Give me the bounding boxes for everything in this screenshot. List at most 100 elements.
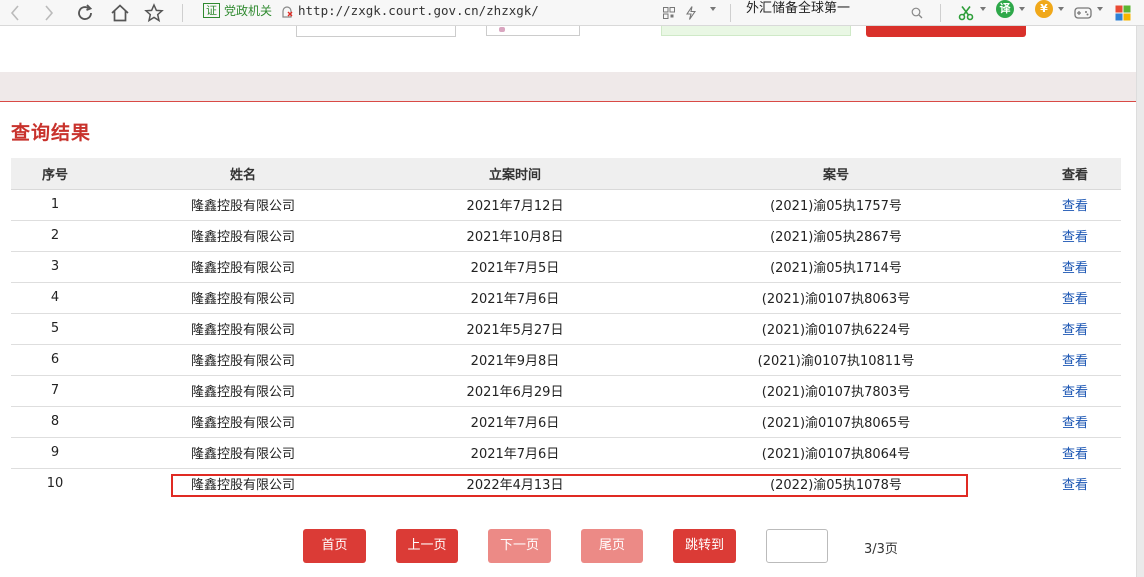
results-title: 查询结果 <box>11 122 92 144</box>
insecure-connection-icon[interactable] <box>280 2 294 22</box>
captcha-status-remnant <box>661 26 851 36</box>
address-bar[interactable]: http://zxgk.court.gov.cn/zhzxgk/ <box>298 1 539 20</box>
table-row: 3 隆鑫控股有限公司 2021年7月5日 (2021)渝05执1714号 查看 <box>11 251 1121 283</box>
page-scrollbar[interactable] <box>1136 26 1144 577</box>
first-page-button[interactable]: 首页 <box>303 529 366 563</box>
chevron-down-icon[interactable] <box>1019 7 1025 11</box>
page-number-input[interactable] <box>766 529 828 563</box>
toolbar-divider <box>182 4 183 22</box>
table-row: 9 隆鑫控股有限公司 2021年7月6日 (2021)渝0107执8064号 查… <box>11 437 1121 469</box>
row-case-number: (2021)渝0107执10811号 <box>643 344 1029 376</box>
row-case-number: (2021)渝0107执8065号 <box>643 406 1029 438</box>
scissors-icon[interactable] <box>957 3 975 23</box>
table-row: 4 隆鑫控股有限公司 2021年7月6日 (2021)渝0107执8063号 查… <box>11 282 1121 314</box>
row-filing-date: 2021年7月6日 <box>387 282 643 314</box>
site-label: 党政机关 <box>224 4 273 18</box>
row-case-number: (2021)渝0107执7803号 <box>643 375 1029 407</box>
row-view-cell: 查看 <box>1029 282 1121 314</box>
row-filing-date: 2021年7月6日 <box>387 437 643 469</box>
jump-to-button[interactable]: 跳转到 <box>673 529 736 563</box>
row-view-cell: 查看 <box>1029 313 1121 345</box>
chevron-down-icon[interactable] <box>1058 7 1064 11</box>
row-name: 隆鑫控股有限公司 <box>99 437 387 469</box>
row-filing-date: 2021年5月27日 <box>387 313 643 345</box>
results-table: 序号 姓名 立案时间 案号 查看 1 隆鑫控股有限公司 2021年7月12日 (… <box>11 158 1121 499</box>
row-filing-date: 2021年10月8日 <box>387 220 643 252</box>
row-filing-date: 2021年7月6日 <box>387 406 643 438</box>
view-link[interactable]: 查看 <box>1062 292 1088 307</box>
row-name: 隆鑫控股有限公司 <box>99 406 387 438</box>
view-link[interactable]: 查看 <box>1062 416 1088 431</box>
row-view-cell: 查看 <box>1029 437 1121 469</box>
row-name: 隆鑫控股有限公司 <box>99 251 387 283</box>
search-box[interactable]: 外汇储备全球第一 <box>746 0 850 18</box>
chevron-down-icon[interactable] <box>980 7 986 11</box>
view-link[interactable]: 查看 <box>1062 354 1088 369</box>
row-case-number: (2021)渝0107执8063号 <box>643 282 1029 314</box>
view-link[interactable]: 查看 <box>1062 261 1088 276</box>
row-filing-date: 2021年7月5日 <box>387 251 643 283</box>
prev-page-button[interactable]: 上一页 <box>396 529 458 563</box>
view-link[interactable]: 查看 <box>1062 447 1088 462</box>
row-index: 5 <box>11 313 99 345</box>
site-cert-badge[interactable]: 证 党政机关 <box>203 1 272 20</box>
row-name: 隆鑫控股有限公司 <box>99 220 387 252</box>
next-page-button[interactable]: 下一页 <box>488 529 551 563</box>
row-view-cell: 查看 <box>1029 344 1121 376</box>
view-link[interactable]: 查看 <box>1062 230 1088 245</box>
yen-coin-icon[interactable]: ¥ <box>1035 0 1053 18</box>
row-view-cell: 查看 <box>1029 406 1121 438</box>
table-row: 6 隆鑫控股有限公司 2021年9月8日 (2021)渝0107执10811号 … <box>11 344 1121 376</box>
page-total: 3/3页 <box>864 542 898 557</box>
qr-code-icon[interactable] <box>662 3 676 23</box>
name-input-remnant[interactable] <box>296 26 456 37</box>
browser-toolbar: 证 党政机关 http://zxgk.court.gov.cn/zhzxgk/ … <box>0 0 1144 26</box>
row-name: 隆鑫控股有限公司 <box>99 375 387 407</box>
table-row: 2 隆鑫控股有限公司 2021年10月8日 (2021)渝05执2867号 查看 <box>11 220 1121 252</box>
view-link[interactable]: 查看 <box>1062 478 1088 493</box>
row-index: 3 <box>11 251 99 283</box>
view-link[interactable]: 查看 <box>1062 323 1088 338</box>
row-view-cell: 查看 <box>1029 189 1121 221</box>
row-case-number: (2021)渝0107执8064号 <box>643 437 1029 469</box>
view-link[interactable]: 查看 <box>1062 385 1088 400</box>
windows-grid-icon[interactable] <box>1113 3 1133 23</box>
view-link[interactable]: 查看 <box>1062 199 1088 214</box>
row-filing-date: 2021年9月8日 <box>387 344 643 376</box>
header-name: 姓名 <box>99 158 387 190</box>
cert-icon: 证 <box>203 3 220 18</box>
row-name: 隆鑫控股有限公司 <box>99 313 387 345</box>
table-row: 1 隆鑫控股有限公司 2021年7月12日 (2021)渝05执1757号 查看 <box>11 189 1121 221</box>
row-filing-date: 2021年6月29日 <box>387 375 643 407</box>
row-index: 4 <box>11 282 99 314</box>
lightning-icon[interactable] <box>684 3 698 23</box>
search-icon[interactable] <box>910 3 924 23</box>
row-view-cell: 查看 <box>1029 251 1121 283</box>
search-button-remnant[interactable] <box>866 26 1026 37</box>
row-filing-date: 2022年4月13日 <box>466 478 564 494</box>
row-case-number: (2022)渝05执1078号 <box>770 478 902 494</box>
header-index: 序号 <box>11 158 99 190</box>
row-index: 10 <box>46 476 64 492</box>
translate-icon[interactable]: 译 <box>996 0 1014 18</box>
gamepad-icon[interactable] <box>1073 3 1093 23</box>
row-case-number: (2021)渝05执2867号 <box>643 220 1029 252</box>
row-view-cell: 查看 <box>1029 375 1121 407</box>
chevron-down-icon[interactable] <box>710 7 716 11</box>
toolbar-divider <box>730 4 731 22</box>
table-row: 10 隆鑫控股有限公司 2022年4月13日 (2022)渝05执1078号 查… <box>11 468 1121 499</box>
reload-icon[interactable] <box>74 3 96 23</box>
table-header-row: 序号 姓名 立案时间 案号 查看 <box>11 158 1121 190</box>
chevron-down-icon[interactable] <box>1097 7 1103 11</box>
row-name: 隆鑫控股有限公司 <box>99 189 387 221</box>
home-icon[interactable] <box>108 3 132 23</box>
captcha-image-remnant <box>486 26 580 36</box>
row-index: 2 <box>11 220 99 252</box>
forward-icon[interactable] <box>42 3 56 23</box>
star-icon[interactable] <box>142 3 166 23</box>
back-icon[interactable] <box>8 3 22 23</box>
table-row: 7 隆鑫控股有限公司 2021年6月29日 (2021)渝0107执7803号 … <box>11 375 1121 407</box>
header-view: 查看 <box>1029 158 1121 190</box>
last-page-button[interactable]: 尾页 <box>581 529 643 563</box>
section-divider-band <box>0 72 1136 102</box>
